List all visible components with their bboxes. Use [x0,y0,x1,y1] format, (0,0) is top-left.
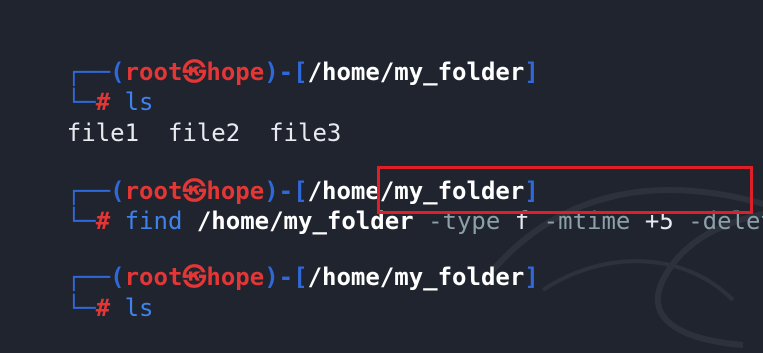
skull-icon: ㉿ [182,58,207,86]
prompt-lbracket: [ [293,263,308,291]
highlight-box [377,166,753,214]
prompt-host: hope [206,263,265,291]
prompt-close-paren: ) [264,58,279,86]
command-name: find [124,207,183,235]
output-file: file1 [66,119,140,147]
prompt-dash: - [278,263,294,291]
ls-output: file1 file2 file3 [9,88,342,147]
prompt-close-paren: ) [264,263,279,291]
prompt-dash: - [278,58,294,86]
prompt-rbracket: ] [524,263,539,291]
command-line-1: └─# ls [9,57,154,116]
prompt-cwd: /home/my_folder [307,263,525,291]
prompt-rbracket: ] [524,58,539,86]
terminal-window[interactable]: ┌──(root㉿hope)-[/home/my_folder] └─# ls … [0,0,763,348]
prompt-line-1: ┌──(root㉿hope)-[/home/my_folder] [9,27,539,86]
prompt-line-3: ┌──(root㉿hope)-[/home/my_folder] [9,232,539,291]
prompt-host: hope [206,58,265,86]
command-line-3: └─# ls [9,263,154,322]
prompt-frame-bottom: └─ [66,207,96,235]
prompt-cwd: /home/my_folder [307,58,525,86]
prompt-hash: # [95,207,111,235]
skull-icon: ㉿ [182,263,207,291]
output-file: file3 [269,119,342,147]
output-file: file2 [167,119,241,147]
prompt-lbracket: [ [293,58,308,86]
